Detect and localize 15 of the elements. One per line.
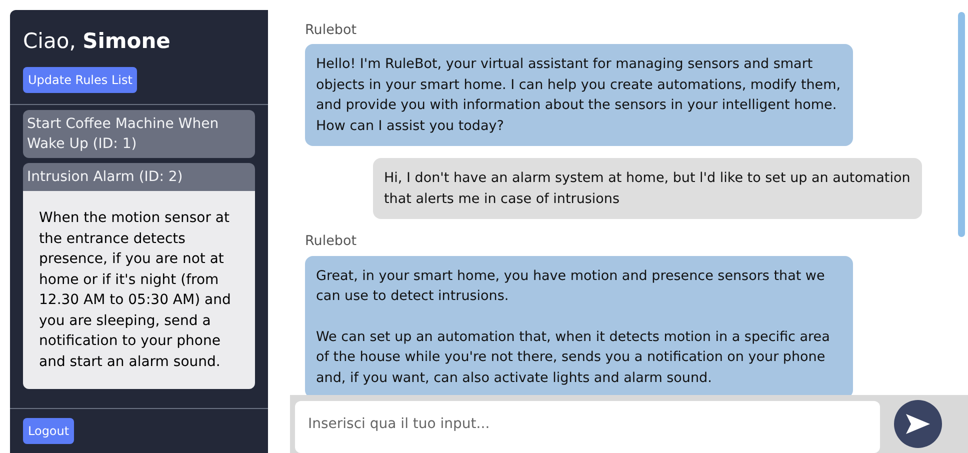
send-button[interactable] (894, 400, 942, 448)
logout-button[interactable]: Logout (23, 418, 74, 444)
sender-label: Rulebot (305, 232, 358, 252)
bot-message: Great, in your smart home, you have motion and presence sensors that we can use to detect intrusions. We can set up an automation that, when it detects motion in a specific area of the house while you're not there, sends you a notification on your phone and, if you want, can also activate lights and alarm sound. (305, 256, 853, 395)
user-message: Hi, I don't have an alarm system at home, but l'd like to set up an automation that alerts me in case of intrusions (373, 158, 922, 220)
greeting: Ciao, Simone (23, 28, 172, 55)
rule-description: When the motion sensor at the entrance detects presence, if you are not at home or if it's night (from 12.30 AM to 05:30 AM) and you are sleeping, send a notification to your phone and start an alarm sound. (23, 191, 255, 389)
sender-label: Rulebot (305, 21, 358, 40)
rule-item[interactable]: Start Coffee Machine When Wake Up (ID: 1) (23, 110, 255, 158)
bot-message: Hello! I'm RuleBot, your virtual assistant for managing sensors and smart objects in your smart home. I can help you create automations, modify them, and provide you with information about the sensors in your intelligent home. How can I assist you today? (305, 44, 853, 146)
update-rules-button[interactable]: Update Rules List (23, 67, 138, 93)
send-icon (905, 413, 931, 435)
scrollbar[interactable] (958, 12, 965, 237)
rule-item[interactable]: Intrusion Alarm (ID: 2) (23, 163, 255, 191)
message-input[interactable]: Inserisci qua il tuo input... (295, 401, 880, 453)
